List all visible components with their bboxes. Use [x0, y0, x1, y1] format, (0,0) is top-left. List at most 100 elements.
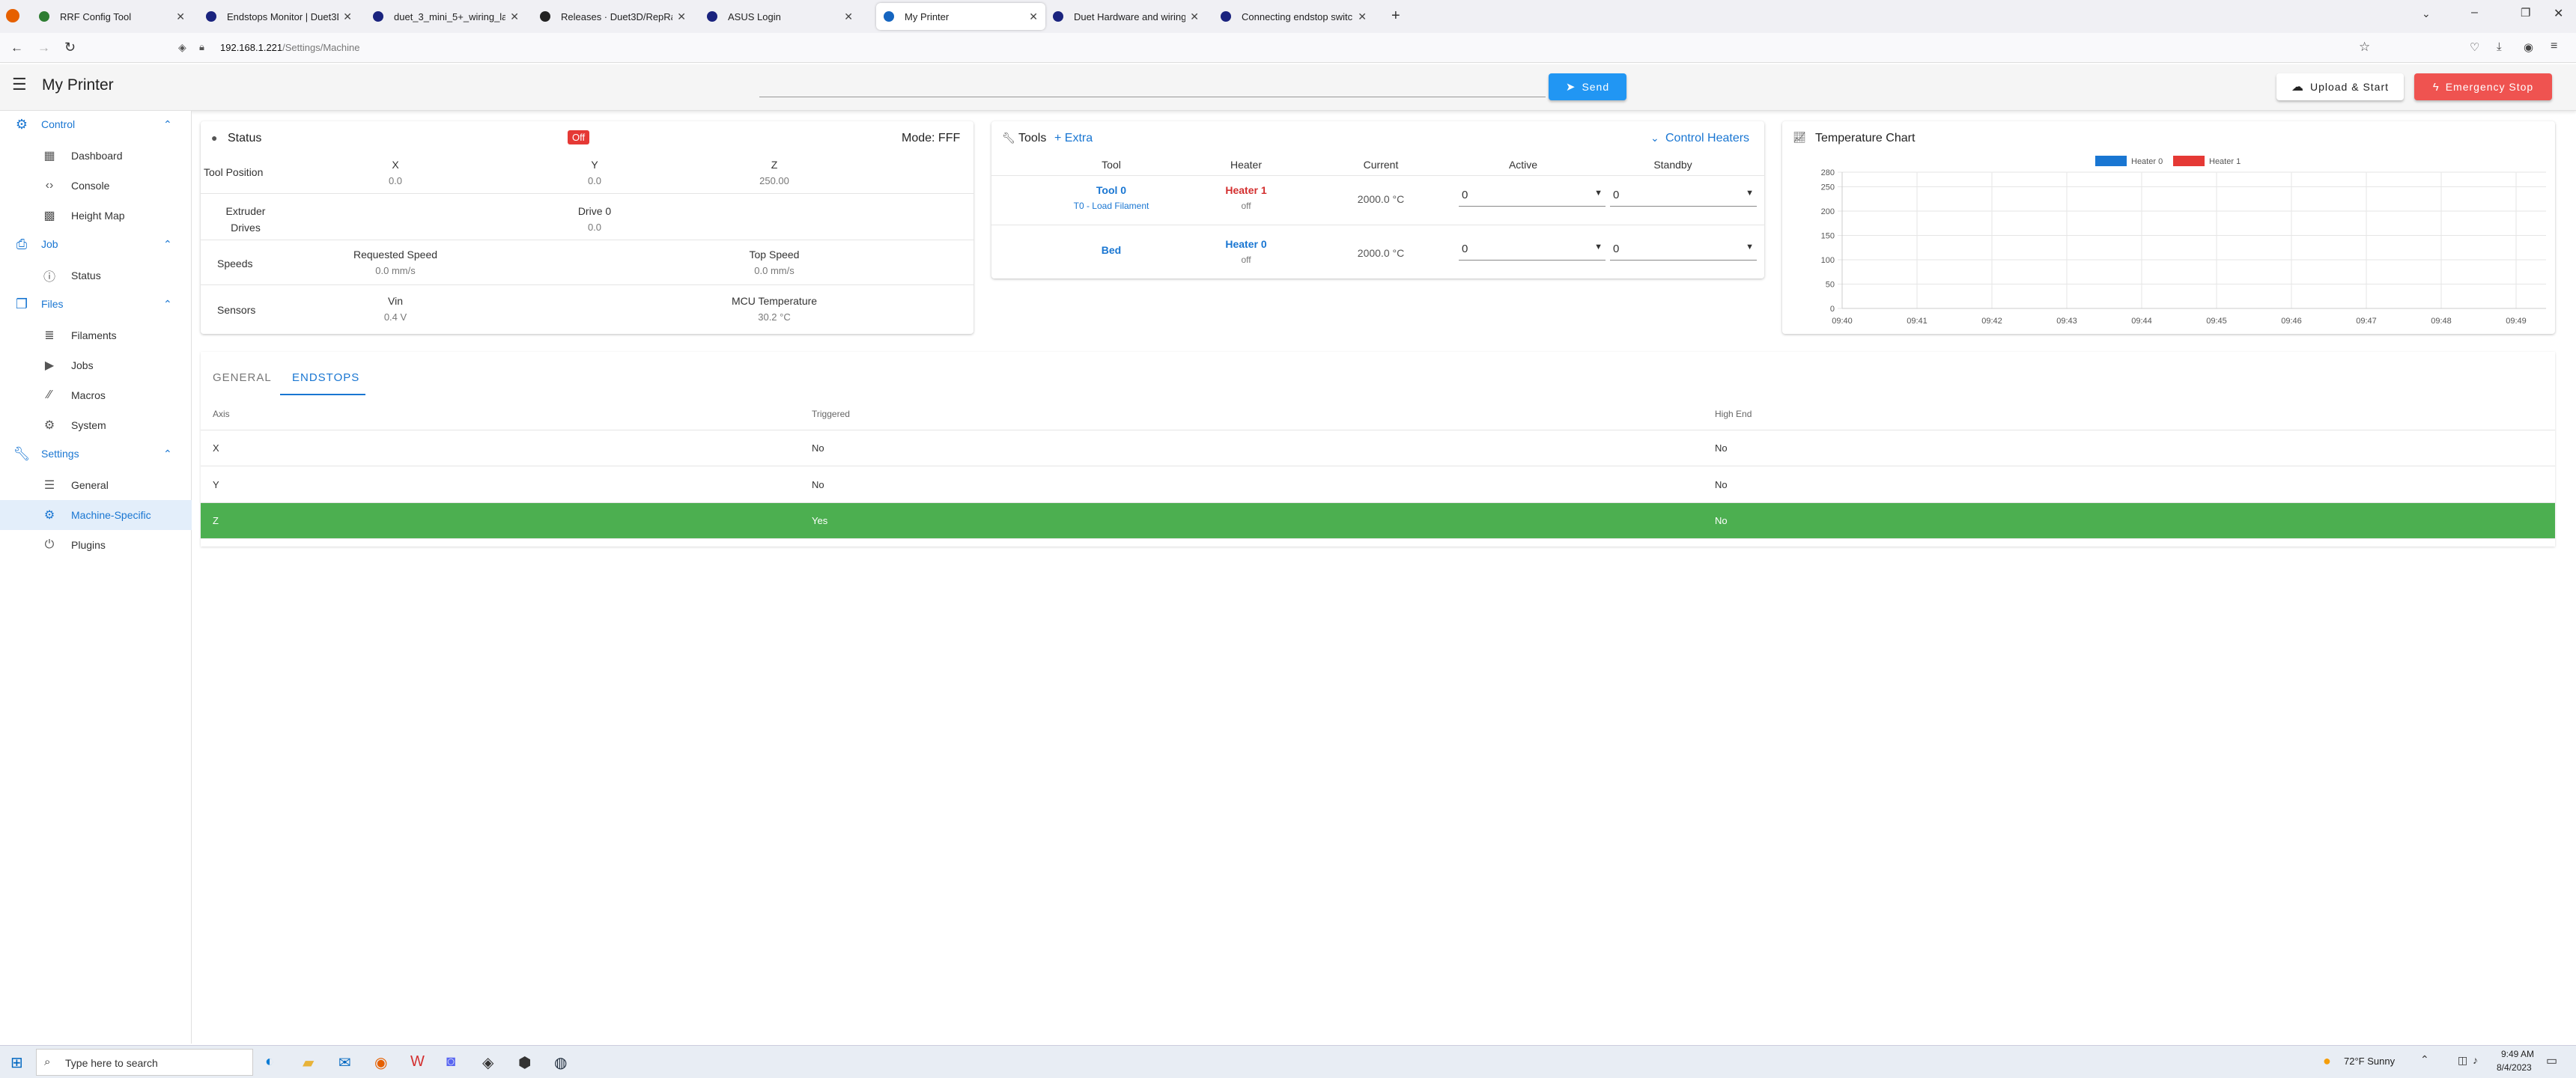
browser-tab[interactable]: RRF Config Tool ✕ [31, 3, 192, 30]
new-tab-button[interactable]: + [1391, 7, 1400, 25]
table-row[interactable]: X No No [201, 430, 2555, 466]
control-heaters-button[interactable]: Control Heaters [1665, 132, 1749, 145]
browser-tab[interactable]: Connecting endstop switches | ✕ [1213, 3, 1374, 30]
hamburger-menu-icon[interactable]: ☰ [12, 75, 27, 94]
sidebar-item-console[interactable]: ‹› Console [0, 171, 192, 201]
tab-close-icon[interactable]: ✕ [1029, 10, 1038, 23]
notifications-icon[interactable]: ▭ [2546, 1053, 2557, 1068]
nav-group-settings[interactable]: 🔧︎ Settings ⌃ [0, 440, 192, 467]
discord-icon[interactable]: ◙ [446, 1053, 455, 1071]
app-menu-icon[interactable]: ≡ [2551, 40, 2557, 53]
browser-tab[interactable]: My Printer ✕ [876, 3, 1045, 30]
upload-start-button[interactable]: ☁ Upload & Start [2276, 73, 2404, 100]
gcode-input[interactable] [759, 76, 1546, 97]
sidebar-item-machine-specific[interactable]: ⚙ Machine-Specific [0, 500, 192, 530]
emergency-stop-button[interactable]: ϟ Emergency Stop [2414, 73, 2552, 100]
table-row[interactable]: Y No No [201, 467, 2555, 503]
tool-0-load-filament[interactable]: T0 - Load Filament [1036, 201, 1186, 211]
tray-chevron-icon[interactable]: ⌃ [2420, 1053, 2429, 1066]
account-icon[interactable]: ◉ [2524, 40, 2533, 54]
clock-date[interactable]: 8/4/2023 [2497, 1062, 2532, 1073]
sidebar-item-system[interactable]: ⚙ System [0, 410, 192, 440]
clock-time[interactable]: 9:49 AM [2501, 1049, 2534, 1059]
tab-favicon-icon [540, 11, 550, 22]
tab-title: Releases · Duet3D/RepRapFirm [561, 10, 672, 22]
cogs-icon: ⚙ [43, 509, 55, 522]
sidebar-item-dashboard[interactable]: ▦ Dashboard [0, 141, 192, 171]
page-scrollbar[interactable] [2567, 111, 2576, 1044]
sidebar-item-macros[interactable]: ∕∕ Macros [0, 380, 192, 410]
tab-general[interactable]: GENERAL [213, 371, 272, 384]
sidebar-item-plugins[interactable]: ⏻ Plugins [0, 530, 192, 560]
browser-tab-bar: RRF Config Tool ✕ Endstops Monitor | Duet3… [0, 0, 2576, 33]
drive-name: Drive 0 [577, 205, 612, 217]
weather-text[interactable]: 72°F Sunny [2344, 1056, 2395, 1067]
tool-0-name[interactable]: Tool 0 [1036, 184, 1186, 196]
table-row-triggered[interactable]: Z Yes No [201, 503, 2555, 539]
tab-title: ASUS Login [728, 10, 781, 22]
tab-close-icon[interactable]: ✕ [844, 10, 853, 23]
browser-tab[interactable]: Endstops Monitor | Duet3D Plu ✕ [198, 3, 359, 30]
bed-active-temp-select[interactable]: 0 ▼ [1459, 240, 1606, 261]
close-window-button[interactable]: ✕ [2554, 6, 2563, 21]
browser-tab[interactable]: duet_3_mini_5+_wiring_latest.p ✕ [365, 3, 526, 30]
chevron-up-icon: ⌃ [163, 447, 172, 460]
heater-1-name[interactable]: Heater 1 [1186, 184, 1306, 196]
forward-icon[interactable]: → [37, 40, 50, 55]
tab-close-icon[interactable]: ✕ [1358, 10, 1367, 23]
sidebar-item-general[interactable]: ☰ General [0, 470, 192, 500]
gear-icon: ⚙ [43, 419, 55, 432]
sidebar-item-filaments[interactable]: ≣ Filaments [0, 320, 192, 350]
browser-menu-icon[interactable] [6, 9, 19, 22]
nav-group-files[interactable]: ❐ Files ⌃ [0, 290, 192, 317]
address-bar[interactable]: ◈ 🔒︎ 192.168.1.221/Settings/Machine ☆ [172, 37, 2381, 59]
list-tabs-icon[interactable]: ⌄ [2422, 7, 2431, 20]
col-header-heater: Heater [1230, 159, 1263, 171]
axis-cell: Y [213, 479, 219, 490]
tune-icon: ⚙ [15, 116, 28, 132]
app-icon[interactable]: ◈ [482, 1053, 493, 1072]
chevron-up-icon: ⌃ [163, 118, 172, 130]
network-icon[interactable]: ◫ [2458, 1054, 2467, 1067]
tab-close-icon[interactable]: ✕ [343, 10, 352, 23]
downloads-icon[interactable]: ⤓ [2497, 40, 2502, 53]
file-explorer-icon[interactable]: ▰ [303, 1053, 314, 1072]
browser-tab[interactable]: Duet Hardware and wiring | Du ✕ [1045, 3, 1206, 30]
dropdown-arrow-icon: ▼ [1746, 189, 1754, 198]
edge-icon[interactable]: ◐ [265, 1053, 274, 1071]
firefox-icon[interactable]: ◉ [374, 1053, 387, 1072]
tab-endstops[interactable]: ENDSTOPS [292, 371, 359, 384]
sidebar-item-height-map[interactable]: ▩ Height Map [0, 201, 192, 231]
browser-tab[interactable]: ASUS Login ✕ [699, 3, 860, 30]
browser-tab[interactable]: Releases · Duet3D/RepRapFirm ✕ [532, 3, 693, 30]
standby-temp-select[interactable]: 0 ▼ [1610, 186, 1757, 207]
mail-icon[interactable]: ✉ [338, 1053, 351, 1072]
back-icon[interactable]: ← [10, 40, 23, 55]
tab-close-icon[interactable]: ✕ [677, 10, 686, 23]
reload-icon[interactable]: ↻ [64, 40, 76, 55]
sidebar-item-label: System [71, 419, 106, 431]
heater-0-name[interactable]: Heater 0 [1186, 238, 1306, 250]
steam-icon[interactable]: ◍ [554, 1053, 567, 1072]
tab-close-icon[interactable]: ✕ [176, 10, 185, 23]
maximize-button[interactable]: ❐ [2521, 6, 2530, 19]
wps-icon[interactable]: W [410, 1053, 425, 1071]
sidebar-item-status[interactable]: ⓘ Status [0, 261, 192, 290]
bookmark-star-icon[interactable]: ☆ [2359, 40, 2370, 55]
pocket-icon[interactable]: ♡ [2470, 40, 2479, 54]
nav-group-control[interactable]: ⚙ Control ⌃ [0, 111, 192, 138]
windows-start-icon[interactable]: ⊞ [10, 1053, 23, 1072]
active-temp-select[interactable]: 0 ▼ [1459, 186, 1606, 207]
minimize-button[interactable]: – [2471, 6, 2478, 19]
bed-name[interactable]: Bed [1036, 244, 1186, 256]
app-icon[interactable]: ⬢ [518, 1053, 531, 1072]
send-button[interactable]: ➤ Send [1549, 73, 1626, 100]
tab-close-icon[interactable]: ✕ [510, 10, 519, 23]
sidebar-item-jobs[interactable]: ▶ Jobs [0, 350, 192, 380]
tab-close-icon[interactable]: ✕ [1190, 10, 1199, 23]
volume-icon[interactable]: ♪ [2473, 1054, 2478, 1066]
bed-standby-temp-select[interactable]: 0 ▼ [1610, 240, 1757, 261]
extra-toggle[interactable]: + Extra [1054, 132, 1093, 145]
taskbar-search-box[interactable]: ⌕ Type here to search [36, 1049, 253, 1076]
nav-group-job[interactable]: ⎙ Job ⌃ [0, 231, 192, 258]
